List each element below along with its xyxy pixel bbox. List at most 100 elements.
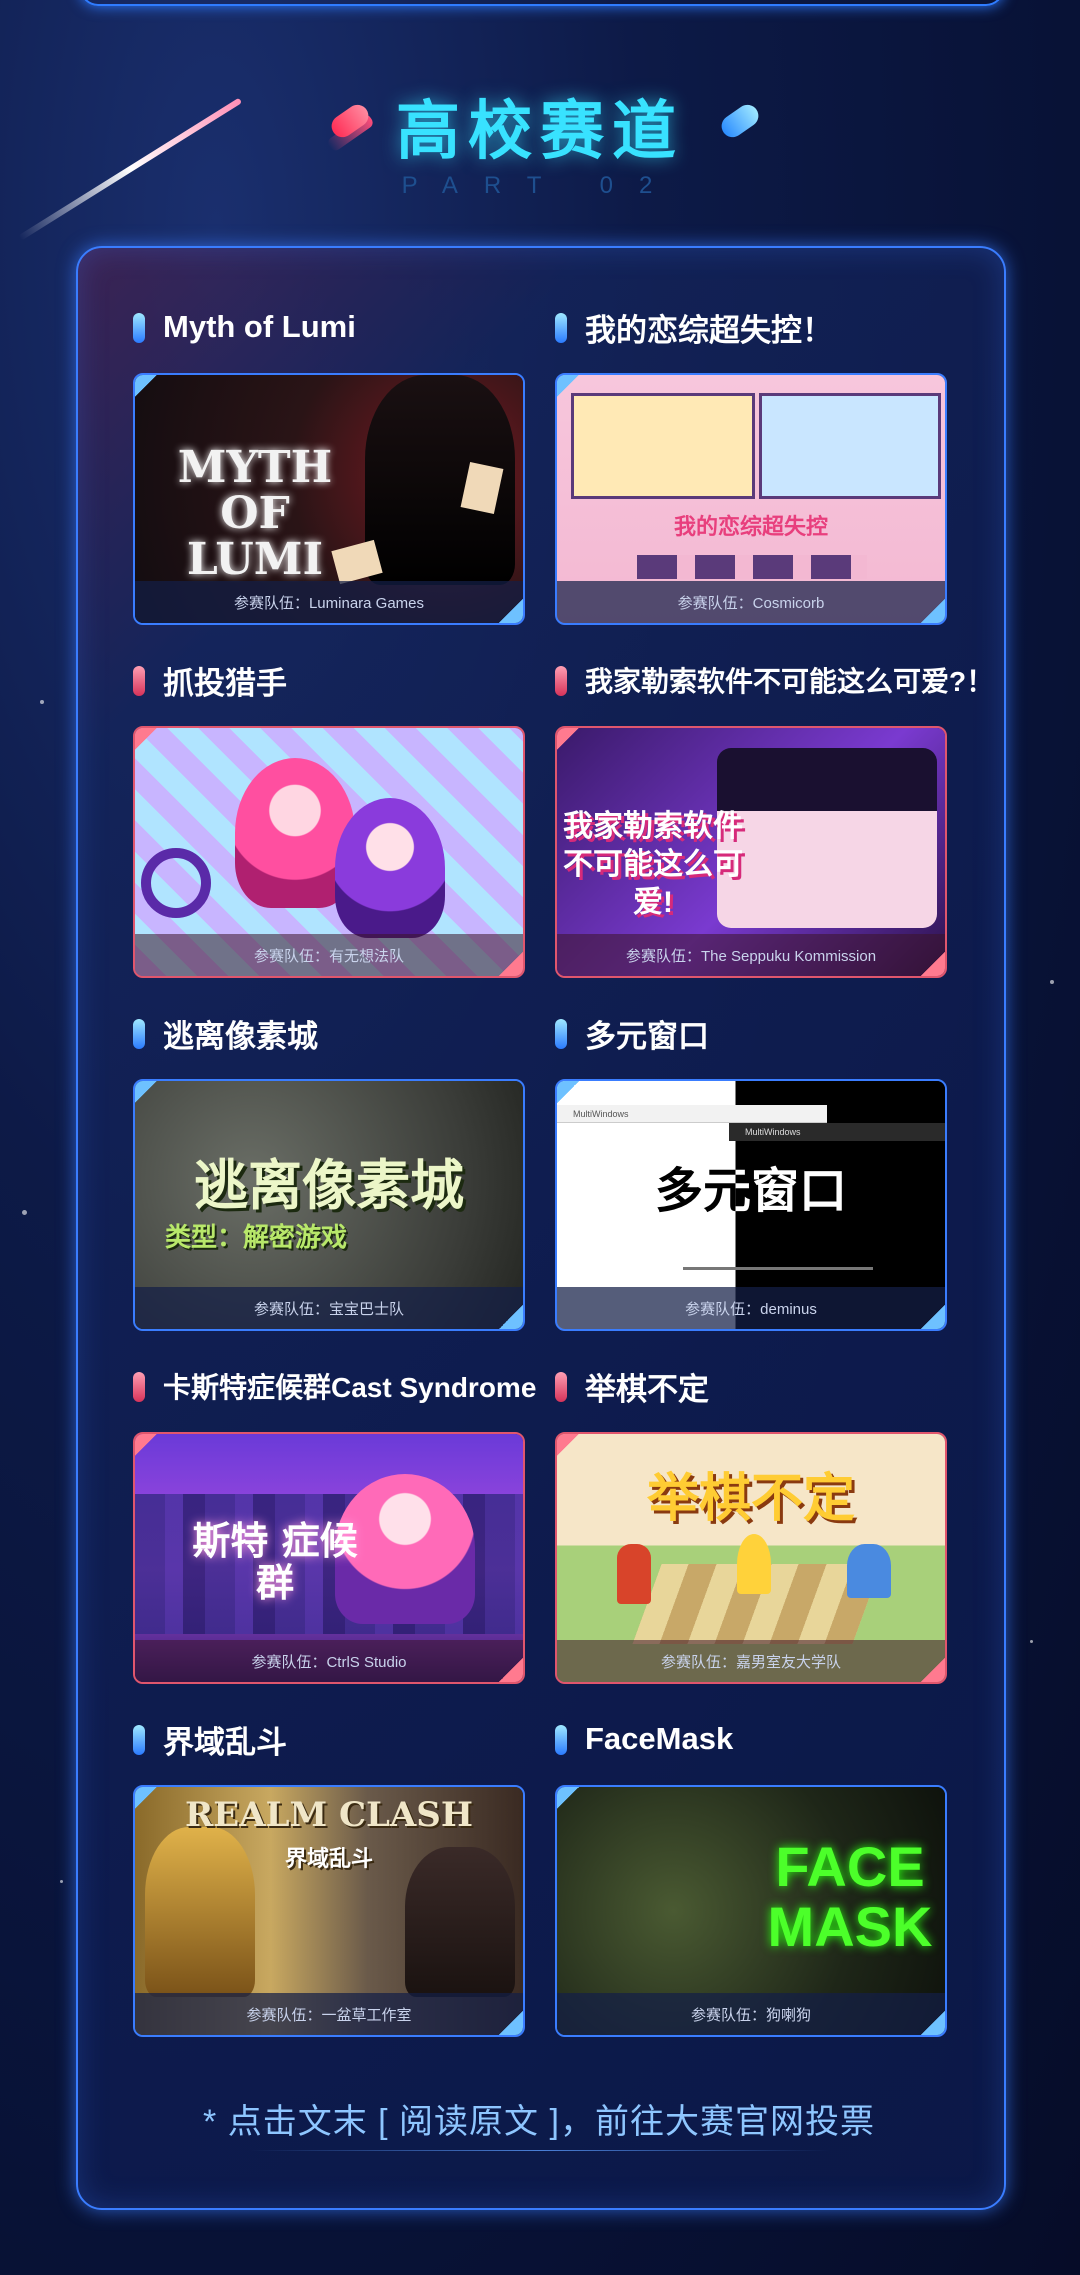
card-title-text: 我家勒索软件不可能这么可爱?！: [585, 666, 995, 697]
game-card-facemask[interactable]: FaceMask FACE MASK 参赛队伍：狗喇狗: [555, 1713, 947, 2037]
card-title: 界域乱斗: [133, 1713, 525, 1765]
screen-panel-right: [759, 393, 941, 499]
team-caption: 参赛队伍：一盆草工作室: [135, 1993, 523, 2035]
title-accent-bar: [133, 666, 145, 696]
card-title-text: 我的恋综超失控！: [585, 312, 833, 348]
entries-panel: Myth of Lumi MYTH OF LUMI 参赛队伍：Luminara …: [76, 246, 1006, 2210]
corner-accent: [499, 952, 523, 976]
corner-accent: [499, 1658, 523, 1682]
game-genre-text: 类型：解密游戏: [165, 1222, 348, 1252]
card-title: 我家勒索软件不可能这么可爱?！: [555, 654, 994, 706]
title-accent-bar: [555, 1725, 567, 1755]
star: [60, 1880, 63, 1883]
game-logo-text: 我的恋综超失控: [673, 514, 828, 539]
corner-accent: [921, 2011, 945, 2035]
game-thumbnail[interactable]: FACE MASK 参赛队伍：狗喇狗: [555, 1785, 947, 2037]
card-title: FaceMask: [555, 1713, 947, 1765]
card-title-text: 卡斯特症候群Cast Syndrome: [163, 1372, 537, 1403]
game-thumbnail[interactable]: 斯特 症候群 参赛队伍：CtrlS Studio: [133, 1432, 525, 1684]
bottom-screens: [637, 555, 867, 579]
team-caption: 参赛队伍：CtrlS Studio: [135, 1640, 523, 1682]
star: [1050, 980, 1054, 984]
corner-accent: [921, 952, 945, 976]
game-card-multi-windows[interactable]: 多元窗口 MultiWindows MultiWindows 多元窗口 参赛队伍…: [555, 1007, 947, 1331]
card-title-text: 界域乱斗: [163, 1724, 287, 1760]
game-thumbnail[interactable]: MultiWindows MultiWindows 多元窗口 参赛队伍：demi…: [555, 1079, 947, 1331]
character-face: [717, 748, 937, 928]
game-card-cast-syndrome[interactable]: 卡斯特症候群Cast Syndrome 斯特 症候群 参赛队伍：CtrlS St…: [133, 1360, 536, 1684]
star: [22, 1210, 27, 1215]
game-card-ransomware[interactable]: 我家勒索软件不可能这么可爱?！ 我家勒索软件不可能这么可爱! 参赛队伍：The …: [555, 654, 994, 978]
card-title-text: 举棋不定: [585, 1371, 709, 1407]
window-title-bar-right: MultiWindows: [729, 1123, 945, 1141]
game-thumbnail[interactable]: MYTH OF LUMI 参赛队伍：Luminara Games: [133, 373, 525, 625]
team-caption: 参赛队伍：The Seppuku Kommission: [557, 934, 945, 976]
game-thumbnail[interactable]: 我的恋综超失控 参赛队伍：Cosmicorb: [555, 373, 947, 625]
game-card-indecisive-chess[interactable]: 举棋不定 举棋不定 参赛队伍：嘉男室友大学队: [555, 1360, 947, 1684]
character-purple: [335, 798, 445, 938]
card-title: 抓投猎手: [133, 654, 525, 706]
star: [40, 700, 44, 704]
game-logo-text: REALM CLASH: [185, 1795, 473, 1835]
card-title-text: 抓投猎手: [163, 665, 287, 701]
game-card-my-dating-show[interactable]: 我的恋综超失控！ 我的恋综超失控 参赛队伍：Cosmicorb: [555, 301, 947, 625]
game-logo-text: 逃离像素城: [194, 1156, 464, 1216]
game-logo-text: MYTH OF LUMI: [177, 442, 333, 585]
card-title-text: 多元窗口: [585, 1018, 709, 1054]
title-accent-bar: [555, 666, 567, 696]
title-accent-bar: [133, 1725, 145, 1755]
corner-accent: [921, 599, 945, 623]
window-title-bar-left: MultiWindows: [557, 1105, 827, 1123]
decor-swirl: [141, 848, 211, 918]
title-accent-bar: [555, 313, 567, 343]
card-title: 举棋不定: [555, 1360, 947, 1412]
title-accent-bar: [555, 1019, 567, 1049]
game-card-escape-pixel-city[interactable]: 逃离像素城 逃离像素城 类型：解密游戏 参赛队伍：宝宝巴士队: [133, 1007, 525, 1331]
title-accent-bar: [133, 1019, 145, 1049]
corner-accent: [557, 375, 579, 397]
corner-accent: [557, 1434, 579, 1456]
game-logo-subtext: 界域乱斗: [284, 1846, 373, 1871]
corner-accent: [135, 1081, 157, 1103]
card-title: 卡斯特症候群Cast Syndrome: [133, 1360, 536, 1412]
card-title: Myth of Lumi: [133, 301, 525, 353]
section-title: 高校赛道: [396, 95, 684, 167]
game-card-myth-of-lumi[interactable]: Myth of Lumi MYTH OF LUMI 参赛队伍：Luminara …: [133, 301, 525, 625]
previous-section-frame: [80, 0, 1004, 6]
team-caption: 参赛队伍：有无想法队: [135, 934, 523, 976]
star: [1030, 1640, 1033, 1643]
corner-accent: [135, 728, 157, 750]
game-logo-text: 举棋不定: [646, 1470, 855, 1528]
chess-piece-blue: [847, 1544, 891, 1598]
corner-accent: [557, 728, 579, 750]
team-caption: 参赛队伍：Luminara Games: [135, 581, 523, 623]
section-heading: 高校赛道 PART 02: [0, 80, 1080, 210]
corner-accent: [135, 1434, 157, 1456]
game-thumbnail[interactable]: REALM CLASH 界域乱斗 参赛队伍：一盆草工作室: [133, 1785, 525, 2037]
section-subtitle: PART 02: [401, 172, 679, 199]
game-thumbnail[interactable]: 参赛队伍：有无想法队: [133, 726, 525, 978]
team-caption: 参赛队伍：deminus: [557, 1287, 945, 1329]
card-title: 多元窗口: [555, 1007, 947, 1059]
game-thumbnail[interactable]: 我家勒索软件不可能这么可爱! 参赛队伍：The Seppuku Kommissi…: [555, 726, 947, 978]
card-title: 我的恋综超失控！: [555, 301, 947, 353]
corner-accent: [557, 1787, 579, 1809]
vote-instruction: * 点击文末 [ 阅读原文 ]，前往大赛官网投票: [203, 2103, 875, 2141]
game-logo-text: 斯特 症候群: [192, 1518, 358, 1605]
corner-accent: [135, 375, 157, 397]
game-thumbnail[interactable]: 逃离像素城 类型：解密游戏 参赛队伍：宝宝巴士队: [133, 1079, 525, 1331]
corner-accent: [499, 1305, 523, 1329]
game-thumbnail[interactable]: 举棋不定 参赛队伍：嘉男室友大学队: [555, 1432, 947, 1684]
title-accent-bar: [133, 1372, 145, 1402]
game-card-realm-clash[interactable]: 界域乱斗 REALM CLASH 界域乱斗 参赛队伍：一盆草工作室: [133, 1713, 525, 2037]
floor-line: [683, 1267, 873, 1270]
game-logo-text: FACE MASK: [767, 1835, 933, 1958]
card-title-text: 逃离像素城: [163, 1018, 318, 1054]
corner-accent: [921, 1305, 945, 1329]
game-card-grab-throw-hunter[interactable]: 抓投猎手 参赛队伍：有无想法队: [133, 654, 525, 978]
team-caption: 参赛队伍：Cosmicorb: [557, 581, 945, 623]
card-title: 逃离像素城: [133, 1007, 525, 1059]
corner-accent: [557, 1081, 579, 1103]
game-logo-text: 多元窗口: [654, 1165, 847, 1218]
title-accent-bar: [133, 313, 145, 343]
